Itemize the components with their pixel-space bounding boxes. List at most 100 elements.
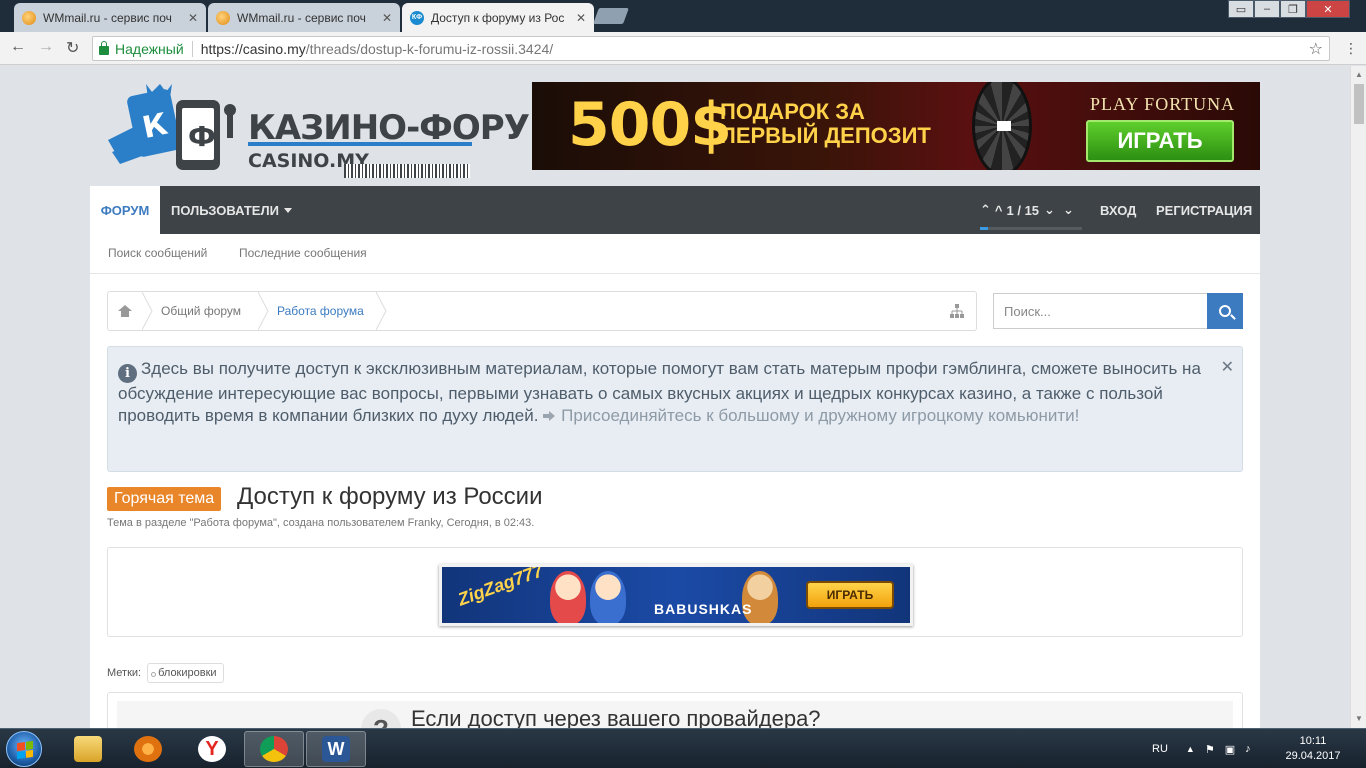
browser-tab-bar: WMmail.ru - сервис поч ✕ WMmail.ru - сер… — [0, 0, 1366, 32]
volume-icon[interactable]: ♪ — [1245, 743, 1251, 755]
taskbar-clock[interactable]: 10:11 29.04.2017 — [1280, 734, 1346, 764]
nav-forum[interactable]: ФОРУМ — [90, 186, 160, 234]
jump-first-icon[interactable]: ⌃ — [980, 202, 991, 218]
search-input[interactable] — [993, 293, 1207, 329]
breadcrumb-separator — [376, 292, 387, 330]
browser-tab-3-active[interactable]: КФ Доступ к форуму из Рос ✕ — [402, 3, 594, 32]
sign-in-icon — [543, 410, 557, 422]
banner-play-button[interactable]: ИГРАТЬ — [1086, 120, 1234, 162]
scrollbar-thumb[interactable] — [1354, 84, 1364, 124]
first-post: ? Если доступ через вашего провайдера? — [107, 692, 1243, 728]
yandex-browser-icon: Y — [198, 736, 226, 762]
jump-last-icon[interactable]: ⌄ — [1063, 202, 1074, 218]
taskbar-explorer[interactable] — [58, 731, 118, 767]
url-separator — [191, 40, 193, 57]
hot-topic-badge: Горячая тема — [107, 487, 222, 511]
logo-underline — [248, 142, 472, 146]
clock-date: 29.04.2017 — [1285, 750, 1341, 762]
scroll-up-icon[interactable]: ▲ — [1355, 70, 1363, 79]
breadcrumb-forum-work[interactable]: Работа форума — [277, 292, 364, 330]
tray-expand-icon[interactable]: ▲ — [1186, 744, 1195, 754]
svg-text:Ф: Ф — [188, 120, 216, 153]
zigzag-777-logo: ZigZag777 — [455, 564, 546, 610]
taskbar-word[interactable]: W — [306, 731, 366, 767]
banner-line-2: ПЕРВЫЙ ДЕПОЗИТ — [720, 123, 931, 148]
close-icon[interactable]: ✕ — [1221, 357, 1234, 379]
play-fortuna-banner[interactable]: 500$ ПОДАРОК ЗА ПЕРВЫЙ ДЕПОЗИТ PLAY FORT… — [532, 82, 1260, 170]
word-icon: W — [322, 736, 350, 762]
chrome-icon — [260, 736, 288, 762]
back-arrow-icon[interactable]: ← — [10, 38, 26, 56]
nav-users[interactable]: ПОЛЬЗОВАТЕЛИ — [171, 186, 292, 234]
secure-label: Надежный — [115, 40, 184, 57]
windows-taskbar: Y W RU ▲ ⚑ ▣ ♪ 10:11 29.04.2017 — [0, 728, 1366, 768]
ad-container: ZigZag777 BABUSHKAS ИГРАТЬ — [107, 547, 1243, 637]
taskbar-yandex[interactable]: Y — [182, 731, 242, 767]
folder-icon — [74, 736, 102, 762]
tab-title: WMmail.ru - сервис поч — [237, 10, 366, 25]
url-path: /threads/dostup-k-forumu-iz-rossii.3424/ — [305, 40, 554, 57]
banner-amount: 500$ — [568, 90, 732, 160]
tab-title: Доступ к форуму из Рос — [431, 10, 565, 25]
nav-register[interactable]: РЕГИСТРАЦИЯ — [1156, 186, 1252, 234]
prev-page-icon[interactable]: ^ — [995, 203, 1003, 218]
action-center-flag-icon[interactable]: ⚑ — [1205, 743, 1215, 756]
next-page-icon[interactable]: ⌄ — [1044, 202, 1055, 218]
close-window-button[interactable]: ✕ — [1306, 0, 1350, 18]
network-icon[interactable]: ▣ — [1225, 743, 1235, 756]
breadcrumb-separator — [142, 292, 153, 330]
language-indicator[interactable]: RU — [1152, 743, 1168, 755]
bookmark-star-icon[interactable]: ☆ — [1309, 39, 1323, 59]
search-icon — [1219, 305, 1231, 317]
minimize-button[interactable]: ‒ — [1254, 0, 1280, 18]
breadcrumb-general-forum[interactable]: Общий форум — [161, 292, 241, 330]
url-text[interactable]: https://casino.my/threads/dostup-k-forum… — [201, 41, 1309, 57]
notice-join-text: Присоединяйтесь к большому и дружному иг… — [561, 406, 1080, 425]
new-tab-button[interactable] — [593, 8, 629, 24]
search-button[interactable] — [1207, 293, 1243, 329]
url-bar[interactable]: Надежный https://casino.my/threads/dostu… — [92, 36, 1330, 61]
welcome-notice: i Здесь вы получите доступ к эксклюзивным… — [107, 346, 1243, 472]
pager-progress — [980, 227, 1082, 230]
nav-forum-label: ФОРУМ — [100, 202, 150, 218]
media-player-icon — [134, 736, 162, 762]
nav-login-label: ВХОД — [1100, 202, 1137, 218]
browser-tab-1[interactable]: WMmail.ru - сервис поч ✕ — [14, 3, 206, 32]
sub-navigation: Поиск сообщений Последние сообщения — [90, 234, 1260, 274]
tab-close-icon[interactable]: ✕ — [576, 11, 586, 25]
nav-login[interactable]: ВХОД — [1100, 186, 1136, 234]
clock-time: 10:11 — [1299, 735, 1327, 747]
babushkas-banner[interactable]: ZigZag777 BABUSHKAS ИГРАТЬ — [439, 564, 913, 626]
breadcrumb-home[interactable] — [118, 292, 132, 330]
windows-logo-icon — [17, 740, 33, 760]
tab-close-icon[interactable]: ✕ — [382, 11, 392, 25]
wmmail-favicon-icon — [216, 10, 230, 25]
system-tray: RU ▲ ⚑ ▣ ♪ — [1152, 729, 1251, 768]
main-navigation: ФОРУМ ПОЛЬЗОВАТЕЛИ ⌃ ^ 1 / 15 ⌄ ⌄ ВХОД Р… — [90, 186, 1260, 234]
user-profile-icon[interactable]: ▭ — [1228, 0, 1254, 18]
subnav-recent-posts[interactable]: Последние сообщения — [239, 246, 367, 260]
info-icon: i — [118, 364, 137, 383]
sitemap-icon[interactable] — [950, 304, 964, 318]
tab-close-icon[interactable]: ✕ — [188, 11, 198, 25]
home-icon — [118, 305, 132, 317]
taskbar-media-player[interactable] — [118, 731, 178, 767]
banner-brand: PLAY FORTUNA — [1090, 94, 1236, 114]
scroll-down-icon[interactable]: ▼ — [1355, 714, 1363, 723]
reload-icon[interactable]: ↻ — [66, 38, 79, 58]
matryoshka-red-icon — [550, 571, 586, 623]
browser-menu-icon[interactable]: ⋮ — [1344, 40, 1358, 57]
taskbar-chrome[interactable] — [244, 731, 304, 767]
notice-join-link[interactable]: Присоединяйтесь к большому и дружному иг… — [543, 406, 1079, 425]
thread-tags: Метки: блокировки — [107, 663, 224, 683]
dropdown-caret-icon — [283, 207, 292, 213]
subnav-search-posts[interactable]: Поиск сообщений — [108, 246, 207, 260]
logo-name: КАЗИНО-ФОРУМ — [248, 108, 563, 148]
page-scrollbar[interactable]: ▲ ▼ — [1350, 66, 1366, 728]
babushkas-play-button[interactable]: ИГРАТЬ — [806, 581, 894, 609]
maximize-button[interactable]: ❐ — [1280, 0, 1306, 18]
start-button[interactable] — [6, 731, 42, 767]
browser-tab-2[interactable]: WMmail.ru - сервис поч ✕ — [208, 3, 400, 32]
tag-item[interactable]: блокировки — [147, 663, 224, 683]
forward-arrow-icon[interactable]: → — [38, 38, 54, 56]
